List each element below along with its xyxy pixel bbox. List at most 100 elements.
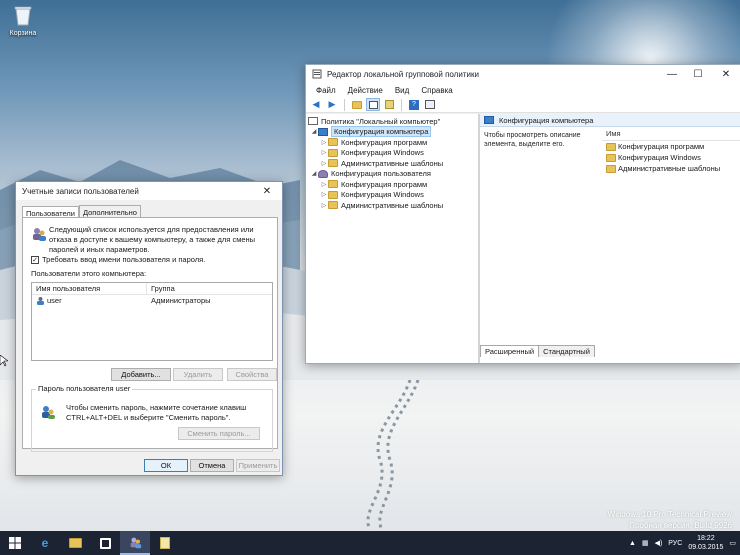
internet-explorer-icon[interactable]: e bbox=[30, 531, 60, 555]
tray-expand-icon[interactable]: ▲ bbox=[629, 540, 636, 547]
tab-extended[interactable]: Расширенный bbox=[480, 345, 540, 357]
policy-editor-taskbar-icon[interactable] bbox=[150, 531, 180, 555]
folder-icon bbox=[606, 164, 616, 173]
tree-item-label: Политика "Локальный компьютер" bbox=[321, 116, 441, 126]
ok-button[interactable]: ОК bbox=[144, 459, 188, 472]
tree-item-label: Конфигурация программ bbox=[341, 179, 428, 189]
language-indicator[interactable]: РУС bbox=[668, 540, 682, 547]
tree-item-software-settings[interactable]: ▷ Конфигурация программ bbox=[306, 137, 478, 148]
remove-user-button[interactable]: Удалить bbox=[173, 368, 223, 381]
export-list-icon[interactable] bbox=[382, 98, 396, 111]
forward-arrow-icon[interactable]: ▶ bbox=[325, 98, 339, 111]
tree-item-windows-settings[interactable]: ▷ Конфигурация Windows bbox=[306, 190, 478, 201]
start-button[interactable] bbox=[0, 531, 30, 555]
tree-item-admin-templates[interactable]: ▷ Административные шаблоны bbox=[306, 200, 478, 211]
expand-arrow-icon[interactable]: ◢ bbox=[310, 170, 318, 177]
tree-item-label: Конфигурация пользователя bbox=[331, 169, 431, 179]
collapse-arrow-icon[interactable]: ▷ bbox=[320, 160, 328, 167]
accounts-intro: Следующий список используется для предос… bbox=[49, 225, 256, 254]
cancel-button[interactable]: Отмена bbox=[190, 459, 234, 472]
tree-item-software-settings[interactable]: ▷ Конфигурация программ bbox=[306, 179, 478, 190]
tree-item-computer-config[interactable]: ◢ Конфигурация компьютера bbox=[306, 126, 478, 138]
toolbar-separator bbox=[344, 98, 345, 111]
back-arrow-icon[interactable]: ◀ bbox=[309, 98, 323, 111]
tree-item-label: Конфигурация программ bbox=[341, 137, 428, 147]
tree-item-user-config[interactable]: ◢ Конфигурация пользователя bbox=[306, 169, 478, 180]
password-instructions: Чтобы сменить пароль, нажмите сочетание … bbox=[66, 403, 247, 422]
watermark-line1: Windows 10 Pro Technical Preview bbox=[607, 510, 732, 519]
gpe-titlebar[interactable]: Редактор локальной групповой политики — … bbox=[306, 65, 740, 83]
menu-action[interactable]: Действие bbox=[342, 86, 389, 95]
collapse-arrow-icon[interactable]: ▷ bbox=[320, 139, 328, 146]
tab-standard[interactable]: Стандартный bbox=[538, 345, 595, 357]
gpe-app-icon bbox=[312, 69, 322, 79]
volume-icon[interactable]: ◀) bbox=[655, 539, 663, 547]
users-icon bbox=[130, 537, 141, 548]
menu-view[interactable]: Вид bbox=[389, 86, 415, 95]
tree-item-label: Административные шаблоны bbox=[341, 158, 444, 168]
help-icon[interactable]: ? bbox=[407, 98, 421, 111]
details-header-title: Конфигурация компьютера bbox=[499, 115, 594, 125]
require-login-checkbox[interactable]: ✓ Требовать ввод имени пользователя и па… bbox=[31, 255, 205, 264]
accounts-titlebar[interactable]: Учетные записи пользователей ✕ bbox=[16, 182, 282, 200]
tree-item-windows-settings[interactable]: ▷ Конфигурация Windows bbox=[306, 148, 478, 159]
close-button[interactable]: ✕ bbox=[711, 65, 740, 83]
menu-file[interactable]: Файл bbox=[310, 86, 342, 95]
checkbox-check-icon[interactable]: ✓ bbox=[31, 255, 39, 264]
list-item[interactable]: Конфигурация программ bbox=[602, 141, 740, 152]
accounts-title: Учетные записи пользователей bbox=[22, 186, 139, 196]
column-header-username[interactable]: Имя пользователя bbox=[32, 283, 147, 294]
minimize-button[interactable]: — bbox=[659, 65, 685, 83]
require-login-label: Требовать ввод имени пользователя и паро… bbox=[42, 255, 206, 264]
menu-help[interactable]: Справка bbox=[415, 86, 458, 95]
clock[interactable]: 18:22 09.03.2015 bbox=[688, 534, 723, 552]
notifications-icon[interactable]: ▭ bbox=[729, 539, 736, 547]
list-item-label: Конфигурация Windows bbox=[618, 153, 701, 162]
change-password-button[interactable]: Сменить пароль... bbox=[178, 427, 260, 440]
list-item[interactable]: Конфигурация Windows bbox=[602, 152, 740, 163]
collapse-arrow-icon[interactable]: ▷ bbox=[320, 191, 328, 198]
add-user-button[interactable]: Добавить... bbox=[111, 368, 171, 381]
folder-icon bbox=[328, 180, 338, 189]
tree-item-admin-templates[interactable]: ▷ Административные шаблоны bbox=[306, 158, 478, 169]
tree-root[interactable]: Политика "Локальный компьютер" bbox=[306, 116, 478, 127]
network-icon[interactable]: ▦ bbox=[642, 539, 649, 547]
user-accounts-taskbar-icon[interactable] bbox=[120, 531, 150, 555]
details-pane: Конфигурация компьютера Чтобы просмотрет… bbox=[480, 114, 740, 363]
expand-arrow-icon[interactable]: ◢ bbox=[310, 128, 318, 135]
column-header-name[interactable]: Имя bbox=[602, 127, 740, 141]
apply-button[interactable]: Применить bbox=[236, 459, 280, 472]
user-name-cell: user bbox=[32, 295, 147, 306]
list-item[interactable]: Административные шаблоны bbox=[602, 163, 740, 174]
close-button[interactable]: ✕ bbox=[252, 182, 282, 200]
users-list-header: Имя пользователя Группа bbox=[32, 283, 272, 295]
collapse-arrow-icon[interactable]: ▷ bbox=[320, 202, 328, 209]
users-icon bbox=[33, 228, 46, 241]
windows-logo-icon bbox=[9, 537, 21, 549]
recycle-bin-desktop-icon[interactable]: Корзина bbox=[6, 4, 40, 37]
properties-button[interactable]: Свойства bbox=[227, 368, 277, 381]
user-accounts-dialog: Учетные записи пользователей ✕ Пользоват… bbox=[15, 181, 283, 476]
recycle-bin-icon bbox=[14, 6, 32, 26]
collapse-arrow-icon[interactable]: ▷ bbox=[320, 149, 328, 156]
up-folder-icon[interactable] bbox=[350, 98, 364, 111]
build-watermark: Windows 10 Pro Technical Preview Пробная… bbox=[608, 509, 732, 531]
table-row[interactable]: user Администраторы bbox=[32, 295, 272, 306]
maximize-button[interactable]: ☐ bbox=[685, 65, 711, 83]
file-explorer-icon[interactable] bbox=[60, 531, 90, 555]
group-policy-editor-window: Редактор локальной групповой политики — … bbox=[305, 64, 740, 364]
tree-item-label: Конфигурация Windows bbox=[341, 190, 424, 200]
user-group: Администраторы bbox=[151, 296, 211, 305]
users-tab-panel: Следующий список используется для предос… bbox=[22, 217, 278, 452]
user-icon bbox=[318, 169, 328, 178]
folder-icon bbox=[328, 138, 338, 147]
store-icon[interactable] bbox=[90, 531, 120, 555]
users-list-label: Пользователи этого компьютера: bbox=[31, 269, 147, 278]
collapse-arrow-icon[interactable]: ▷ bbox=[320, 181, 328, 188]
show-tree-icon[interactable] bbox=[366, 98, 380, 111]
column-header-group[interactable]: Группа bbox=[147, 284, 175, 293]
properties-icon[interactable] bbox=[423, 98, 437, 111]
policy-tree: Политика "Локальный компьютер" ◢ Конфигу… bbox=[306, 114, 480, 363]
computer-icon bbox=[318, 127, 328, 136]
recycle-bin-label: Корзина bbox=[9, 30, 37, 37]
